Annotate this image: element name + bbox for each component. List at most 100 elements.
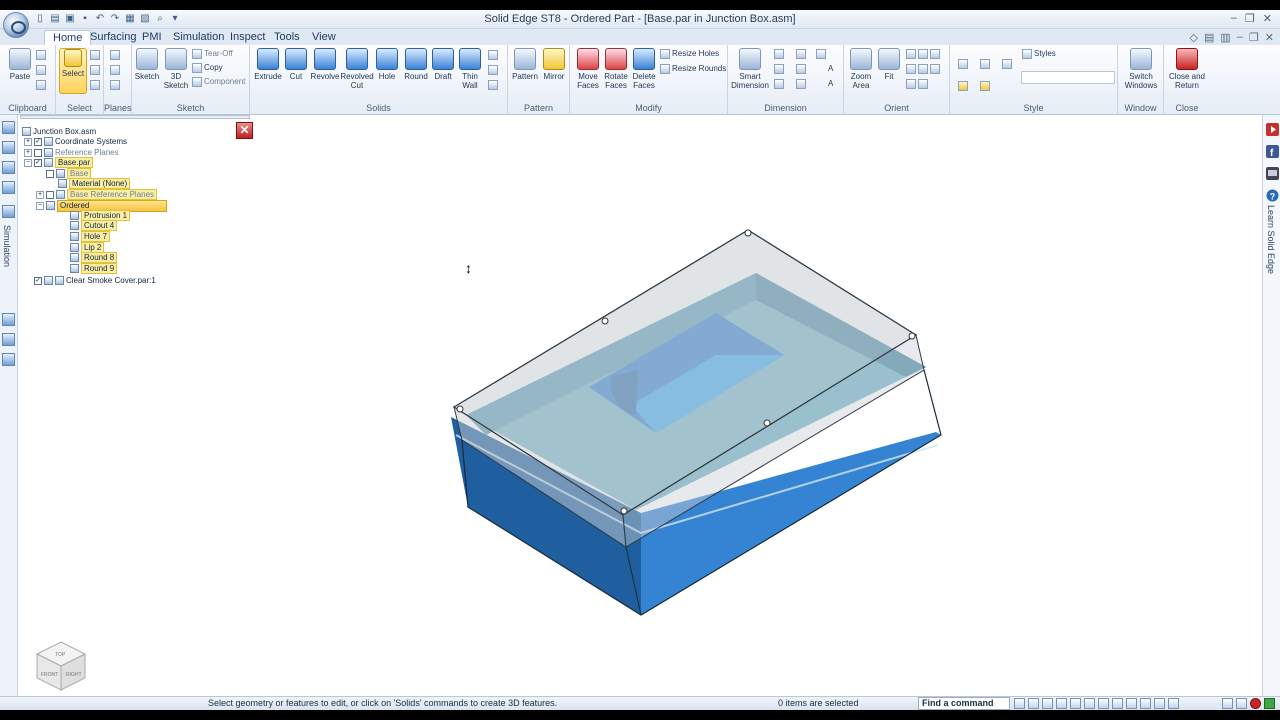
application-button[interactable] — [3, 12, 29, 38]
dim-tool-6[interactable] — [796, 79, 808, 89]
simulation-tab-icon[interactable] — [2, 205, 15, 218]
orient-tool-2[interactable] — [906, 64, 942, 74]
view-tool-icon[interactable] — [1236, 698, 1247, 709]
view-tool-icon[interactable] — [1222, 698, 1233, 709]
tree-item-coordinate-systems[interactable]: + ✓ Coordinate Systems — [24, 137, 127, 147]
view-style-2[interactable] — [980, 59, 992, 69]
view-tool-icon[interactable] — [1168, 698, 1179, 709]
variables-tab-icon[interactable] — [2, 353, 15, 366]
tree-item-base-par[interactable]: − ✓ Base.par — [24, 157, 94, 168]
green-action-icon[interactable] — [1264, 698, 1275, 709]
select-button[interactable]: Select — [59, 48, 87, 94]
find-command-box[interactable]: Find a command — [918, 697, 1010, 710]
smart-dimension-button[interactable]: Smart Dimension — [730, 48, 770, 90]
arrange-icon[interactable]: ▥ — [1220, 31, 1230, 44]
round-button[interactable]: Round — [401, 48, 431, 81]
cut-clip-button[interactable] — [36, 50, 48, 60]
learn-solid-edge-tab[interactable]: Learn Solid Edge — [1266, 205, 1276, 274]
resize-rounds-button[interactable]: Resize Rounds — [660, 64, 726, 74]
graphics-viewport[interactable] — [256, 115, 1262, 705]
close-doc-icon[interactable]: ✕ — [1265, 31, 1274, 44]
close-and-return-button[interactable]: Close and Return — [1166, 48, 1208, 90]
dim-tool-3[interactable] — [774, 79, 786, 89]
copy-button[interactable]: Copy — [192, 63, 223, 73]
component-button[interactable]: Component — [192, 77, 245, 87]
layers-tab-icon[interactable] — [2, 141, 15, 154]
restore-doc-icon[interactable]: ❐ — [1249, 31, 1259, 44]
view-tool-icon[interactable] — [1028, 698, 1039, 709]
minimize-icon[interactable]: – — [1231, 12, 1237, 25]
layout-icon[interactable]: ▤ — [1204, 31, 1214, 44]
close-window-icon[interactable]: ✕ — [1263, 12, 1272, 25]
solids-more-2[interactable] — [488, 65, 500, 75]
select-option-1[interactable] — [90, 50, 102, 60]
tab-tools[interactable]: Tools — [266, 30, 308, 45]
minimize-doc-icon[interactable]: – — [1237, 31, 1243, 44]
tab-view[interactable]: View — [304, 30, 344, 45]
draft-button[interactable]: Draft — [430, 48, 456, 81]
tree-item-round-9[interactable]: Round 9 — [70, 263, 118, 274]
cut-button[interactable]: Cut — [283, 48, 309, 81]
tree-item-hole-7[interactable]: Hole 7 — [70, 231, 111, 242]
features-tab-icon[interactable] — [2, 161, 15, 174]
revolve-button[interactable]: Revolve — [309, 48, 341, 81]
tree-item-material[interactable]: Material (None) — [58, 178, 131, 189]
orient-tool-3[interactable] — [906, 79, 930, 89]
hole-button[interactable]: Hole — [374, 48, 400, 81]
annotation-a2-icon[interactable]: A — [828, 79, 833, 88]
view-style-3[interactable] — [1002, 59, 1014, 69]
revolved-cut-button[interactable]: Revolved Cut — [340, 48, 374, 90]
part-model[interactable] — [256, 115, 1262, 705]
select-option-3[interactable] — [90, 80, 102, 90]
styles-dropdown[interactable] — [1021, 71, 1115, 84]
tree-item-base-reference-planes[interactable]: + Base Reference Planes — [36, 189, 158, 200]
tree-item-cutout-4[interactable]: Cutout 4 — [70, 220, 118, 231]
screw-hole[interactable] — [908, 332, 916, 340]
tear-off-button[interactable]: Tear-Off — [192, 49, 233, 59]
zoom-area-button[interactable]: Zoom Area — [846, 48, 876, 90]
simulation-tab-label[interactable]: Simulation — [2, 225, 12, 267]
view-tool-icon[interactable] — [1098, 698, 1109, 709]
resize-holes-button[interactable]: Resize Holes — [660, 49, 719, 59]
annotation-a-icon[interactable]: A — [828, 64, 833, 73]
screw-hole[interactable] — [744, 229, 752, 237]
fit-button[interactable]: Fit — [874, 48, 904, 81]
dim-tool-5[interactable] — [796, 64, 808, 74]
view-tool-icon[interactable] — [1112, 698, 1123, 709]
record-icon[interactable] — [1250, 698, 1261, 709]
dim-tool-2[interactable] — [774, 64, 786, 74]
view-tool-icon[interactable] — [1070, 698, 1081, 709]
paste-button[interactable]: Paste — [2, 48, 38, 81]
extrude-button[interactable]: Extrude — [251, 48, 285, 81]
shading-style-1[interactable] — [958, 81, 970, 91]
view-tool-icon[interactable] — [1042, 698, 1053, 709]
sketch-button[interactable]: Sketch — [132, 48, 162, 81]
view-tool-icon[interactable] — [1140, 698, 1151, 709]
tree-item-junction-box[interactable]: Junction Box.asm — [22, 127, 96, 137]
screw-hole[interactable] — [620, 507, 628, 515]
dim-tool-1[interactable] — [774, 49, 786, 59]
pathfinder-tab-icon[interactable] — [2, 121, 15, 134]
copy-clip-button[interactable] — [36, 65, 48, 75]
pattern-button[interactable]: Pattern — [509, 48, 541, 81]
youtube-icon[interactable] — [1266, 123, 1279, 136]
select-option-2[interactable] — [90, 65, 102, 75]
delete-faces-button[interactable]: Delete Faces — [628, 48, 660, 90]
view-tool-icon[interactable] — [1154, 698, 1165, 709]
view-tool-icon[interactable] — [1126, 698, 1137, 709]
thin-wall-button[interactable]: Thin Wall — [456, 48, 484, 90]
mirror-button[interactable]: Mirror — [539, 48, 569, 81]
close-pathfinder-button[interactable]: ✕ — [236, 122, 253, 139]
3d-sketch-button[interactable]: 3D Sketch — [162, 48, 190, 90]
solids-more-3[interactable] — [488, 80, 500, 90]
orient-tool-1[interactable] — [906, 49, 942, 59]
view-tool-icon[interactable] — [1056, 698, 1067, 709]
plane-option-2[interactable] — [110, 65, 122, 75]
screw-hole[interactable] — [763, 419, 771, 427]
switch-windows-button[interactable]: Switch Windows — [1120, 48, 1162, 90]
styles-button[interactable]: Styles — [1022, 49, 1056, 59]
family-tab-icon[interactable] — [2, 313, 15, 326]
screw-hole[interactable] — [601, 317, 609, 325]
community-icon[interactable] — [1266, 167, 1279, 180]
help-arrow-icon[interactable]: ◇ — [1190, 31, 1198, 44]
